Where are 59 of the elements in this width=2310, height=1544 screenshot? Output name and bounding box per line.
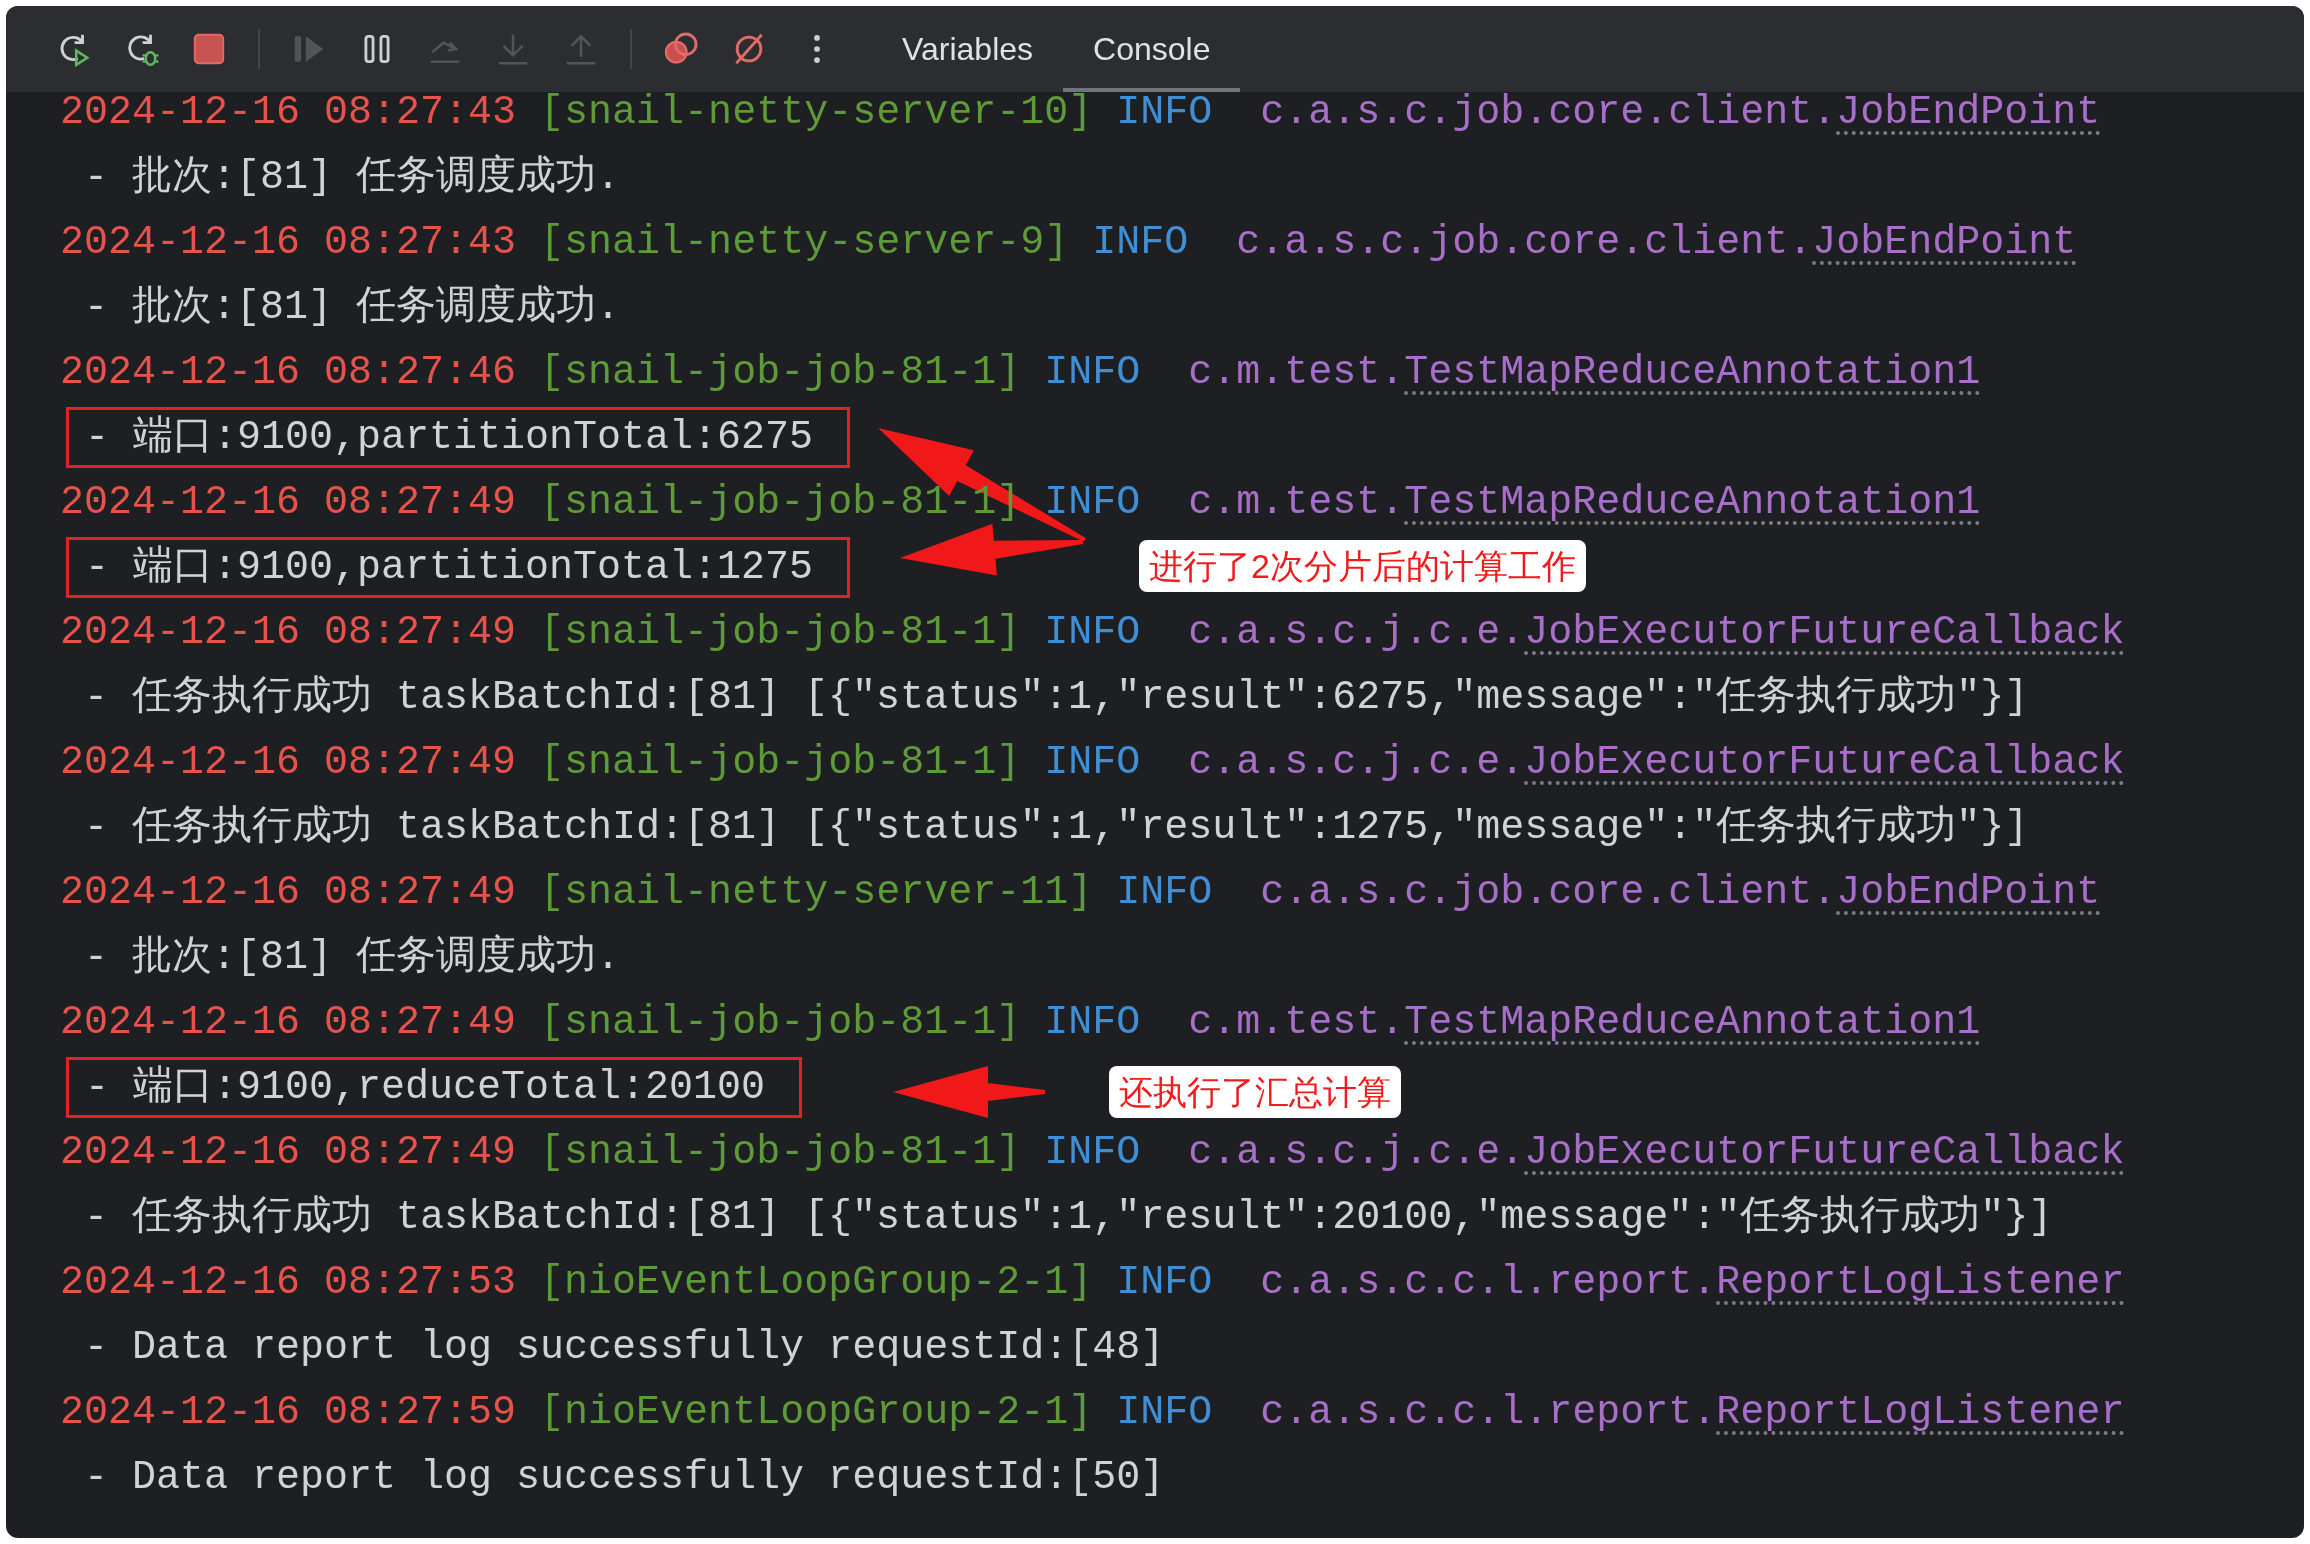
logger-name[interactable]: c.a.s.c.j.c.e.JobExecutorFutureCallback (1188, 1130, 2125, 1175)
log-level: INFO (1044, 480, 1141, 525)
log-level: INFO (1092, 220, 1189, 265)
log-message: - 端口:9100,partitionTotal:1275 (85, 545, 814, 590)
log-timestamp: 2024-12-16 08:27:49 (60, 610, 517, 655)
thread-name: [snail-job-job-81-1] (540, 1130, 1021, 1175)
logger-name[interactable]: c.m.test.TestMapReduceAnnotation1 (1188, 480, 1981, 525)
log-level: INFO (1044, 350, 1141, 395)
log-message: - Data report log successfully requestId:[48] (84, 1325, 1165, 1370)
log-level: INFO (1116, 870, 1213, 915)
log-message: - 批次:[81] 任务调度成功. (84, 155, 621, 200)
logger-name[interactable]: c.a.s.c.j.c.e.JobExecutorFutureCallback (1188, 740, 2125, 785)
thread-name: [snail-job-job-81-1] (540, 740, 1021, 785)
log-timestamp: 2024-12-16 08:27:49 (60, 870, 517, 915)
thread-name: [snail-netty-server-11] (540, 870, 1093, 915)
logger-name[interactable]: c.m.test.TestMapReduceAnnotation1 (1188, 350, 1981, 395)
log-level: INFO (1116, 1390, 1213, 1435)
log-level: INFO (1044, 1130, 1141, 1175)
log-timestamp: 2024-12-16 08:27:49 (60, 1130, 517, 1175)
log-timestamp: 2024-12-16 08:27:53 (60, 1260, 517, 1305)
log-level: INFO (1044, 1000, 1141, 1045)
logger-name[interactable]: c.a.s.c.c.l.report.ReportLogListener (1260, 1260, 2125, 1305)
log-timestamp: 2024-12-16 08:27:43 (60, 220, 517, 265)
log-timestamp: 2024-12-16 08:27:49 (60, 740, 517, 785)
thread-name: [snail-job-job-81-1] (540, 480, 1021, 525)
log-level: INFO (1116, 90, 1213, 135)
callout-label: 还执行了汇总计算 (1109, 1066, 1401, 1118)
log-timestamp: 2024-12-16 08:27:43 (60, 90, 517, 135)
log-message: - 任务执行成功 taskBatchId:[81] [{"status":1,"result":1275,"message":"任务执行成功"}] (84, 805, 2029, 850)
log-timestamp: 2024-12-16 08:27:46 (60, 350, 517, 395)
logger-name[interactable]: c.a.s.c.job.core.client.JobEndPoint (1260, 870, 2101, 915)
log-level: INFO (1116, 1260, 1213, 1305)
logger-name[interactable]: c.a.s.c.job.core.client.JobEndPoint (1236, 220, 2077, 265)
logger-name[interactable]: c.a.s.c.c.l.report.ReportLogListener (1260, 1390, 2125, 1435)
log-message: - Data report log successfully requestId:[50] (84, 1455, 1165, 1500)
log-message: - 任务执行成功 taskBatchId:[81] [{"status":1,"result":6275,"message":"任务执行成功"}] (84, 675, 2029, 720)
panel-tab[interactable]: Variables (872, 6, 1064, 92)
thread-name: [nioEventLoopGroup-2-1] (540, 1390, 1093, 1435)
log-message: - 端口:9100,partitionTotal:6275 (85, 415, 814, 460)
log-level: INFO (1044, 740, 1141, 785)
logger-name[interactable]: c.a.s.c.j.c.e.JobExecutorFutureCallback (1188, 610, 2125, 655)
panel-tab[interactable]: Console (1063, 6, 1241, 92)
thread-name: [snail-job-job-81-1] (540, 1000, 1021, 1045)
log-message: - 任务执行成功 taskBatchId:[81] [{"status":1,"result":20100,"message":"任务执行成功"}] (84, 1195, 2053, 1240)
callout-label: 进行了2次分片后的计算工作 (1139, 540, 1586, 592)
thread-name: [snail-job-job-81-1] (540, 610, 1021, 655)
log-timestamp: 2024-12-16 08:27:59 (60, 1390, 517, 1435)
log-level: INFO (1044, 610, 1141, 655)
logger-name[interactable]: c.m.test.TestMapReduceAnnotation1 (1188, 1000, 1981, 1045)
log-timestamp: 2024-12-16 08:27:49 (60, 480, 517, 525)
log-message: - 批次:[81] 任务调度成功. (84, 285, 621, 330)
thread-name: [snail-netty-server-10] (540, 90, 1093, 135)
thread-name: [snail-netty-server-9] (540, 220, 1069, 265)
log-message: - 批次:[81] 任务调度成功. (84, 935, 621, 980)
thread-name: [snail-job-job-81-1] (540, 350, 1021, 395)
thread-name: [nioEventLoopGroup-2-1] (540, 1260, 1093, 1305)
logger-name[interactable]: c.a.s.c.job.core.client.JobEndPoint (1260, 90, 2101, 135)
log-message: - 端口:9100,reduceTotal:20100 (85, 1065, 766, 1110)
log-timestamp: 2024-12-16 08:27:49 (60, 1000, 517, 1045)
